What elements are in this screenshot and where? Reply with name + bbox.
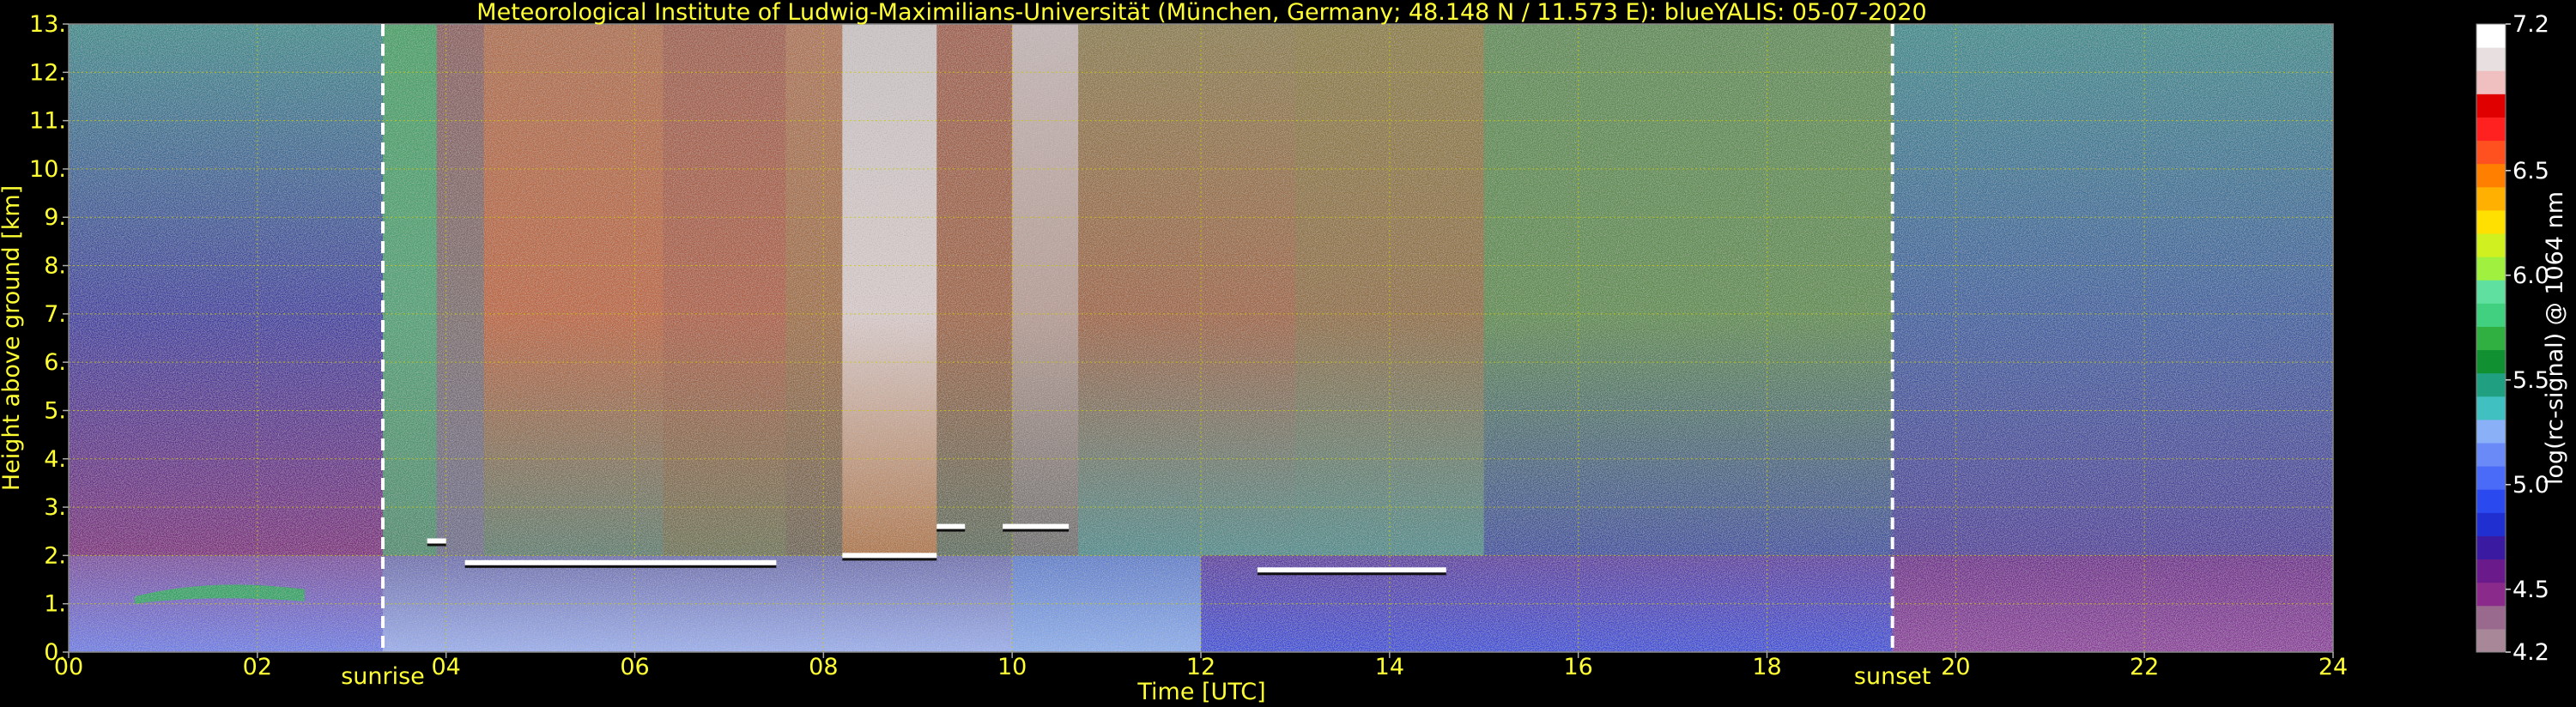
x-axis-label: Time [UTC]: [1136, 679, 1265, 705]
colorbar-tick-label: 7.2: [2512, 11, 2549, 38]
colorbar-swatch: [2476, 163, 2506, 188]
cloud-shadow: [936, 529, 966, 532]
colorbar-swatch: [2476, 535, 2506, 560]
colorbar-tick-label: 4.2: [2512, 639, 2549, 666]
x-tick-label: 22: [2130, 654, 2159, 680]
colorbar-tick-label: 6.5: [2512, 158, 2549, 184]
y-tick-label: 8.: [44, 253, 66, 280]
colorbar-swatch: [2476, 186, 2506, 211]
colorbar-swatch: [2476, 233, 2506, 257]
cloud-layer: [842, 553, 937, 559]
colorbar-swatch: [2476, 419, 2506, 444]
chart-title: Meteorological Institute of Ludwig-Maxim…: [476, 0, 1926, 26]
lidar-backscatter-chart: sunrise sunset 00 02 04 06 08 10 12 14 16 18 20 22 24…: [0, 0, 2568, 705]
y-axis-label: Height above ground [km]: [0, 185, 25, 491]
colorbar-swatch: [2476, 257, 2506, 281]
cloud-layer: [464, 559, 777, 565]
x-tick-label: 18: [1752, 654, 1781, 680]
cloud-shadow: [1003, 529, 1070, 532]
cloud-shadow: [464, 565, 777, 568]
x-tick-label: 04: [431, 654, 460, 680]
colorbar-swatch: [2476, 303, 2506, 327]
colorbar-swatch: [2476, 582, 2506, 607]
y-tick-label: 3.: [44, 494, 66, 521]
y-tick-label: 9.: [44, 204, 66, 231]
x-tick-label: 14: [1375, 654, 1404, 680]
x-tick-label: 02: [243, 654, 272, 680]
y-tick-label: 13.: [29, 11, 66, 38]
colorbar-swatch: [2476, 280, 2506, 304]
y-tick-label: 5.: [44, 397, 66, 424]
sunrise-label: sunrise: [341, 663, 425, 690]
colorbar-swatch: [2476, 466, 2506, 490]
x-tick-label: 08: [809, 654, 838, 680]
cloud-layer: [427, 538, 446, 544]
y-tick-label: 0.: [44, 639, 66, 666]
y-tick-label: 10.: [29, 156, 66, 183]
y-tick-label: 7.: [44, 301, 66, 328]
colorbar: 4.24.55.05.56.06.57.2: [2476, 11, 2549, 666]
colorbar-swatch: [2476, 70, 2506, 94]
cloud-shadow: [842, 558, 937, 561]
x-tick-label: 16: [1563, 654, 1592, 680]
sunset-label: sunset: [1854, 663, 1931, 690]
cloud-shadow: [427, 543, 446, 547]
colorbar-swatch: [2476, 209, 2506, 234]
colorbar-swatch: [2476, 605, 2506, 630]
y-tick-label: 1.: [44, 591, 66, 618]
x-tick-label: 24: [2318, 654, 2348, 680]
cloud-layer: [936, 523, 966, 529]
colorbar-swatch: [2476, 24, 2506, 48]
cloud-shadow: [1257, 572, 1446, 576]
colorbar-swatch: [2476, 396, 2506, 420]
y-tick-label: 2.: [44, 542, 66, 569]
cloud-layer: [1257, 567, 1446, 573]
colorbar-swatch: [2476, 628, 2506, 653]
colorbar-swatch: [2476, 326, 2506, 351]
colorbar-swatch: [2476, 117, 2506, 142]
cloud-layer: [1003, 523, 1070, 529]
x-tick-label: 12: [1186, 654, 1215, 680]
colorbar-tick-label: 4.5: [2512, 577, 2549, 603]
x-tick-label: 06: [620, 654, 649, 680]
colorbar-swatch: [2476, 94, 2506, 118]
x-tick-label: 10: [997, 654, 1027, 680]
colorbar-swatch: [2476, 512, 2506, 536]
y-tick-label: 4.: [44, 446, 66, 473]
colorbar-swatch: [2476, 140, 2506, 165]
colorbar-swatch: [2476, 349, 2506, 374]
colorbar-label: log(rc-signal) @ 1064 nm: [2542, 191, 2568, 485]
colorbar-swatch: [2476, 559, 2506, 583]
y-tick-label: 11.: [29, 108, 66, 135]
y-axis-ticks: 0. 1. 2. 3. 4. 5. 6. 7. 8. 9. 10. 11. 12. 13.: [29, 11, 69, 666]
y-tick-label: 12.: [29, 59, 66, 86]
colorbar-swatch: [2476, 489, 2506, 513]
y-tick-label: 6.: [44, 349, 66, 376]
colorbar-swatch: [2476, 47, 2506, 71]
x-tick-label: 20: [1941, 654, 1970, 680]
colorbar-swatch: [2476, 372, 2506, 397]
colorbar-swatch: [2476, 443, 2506, 467]
